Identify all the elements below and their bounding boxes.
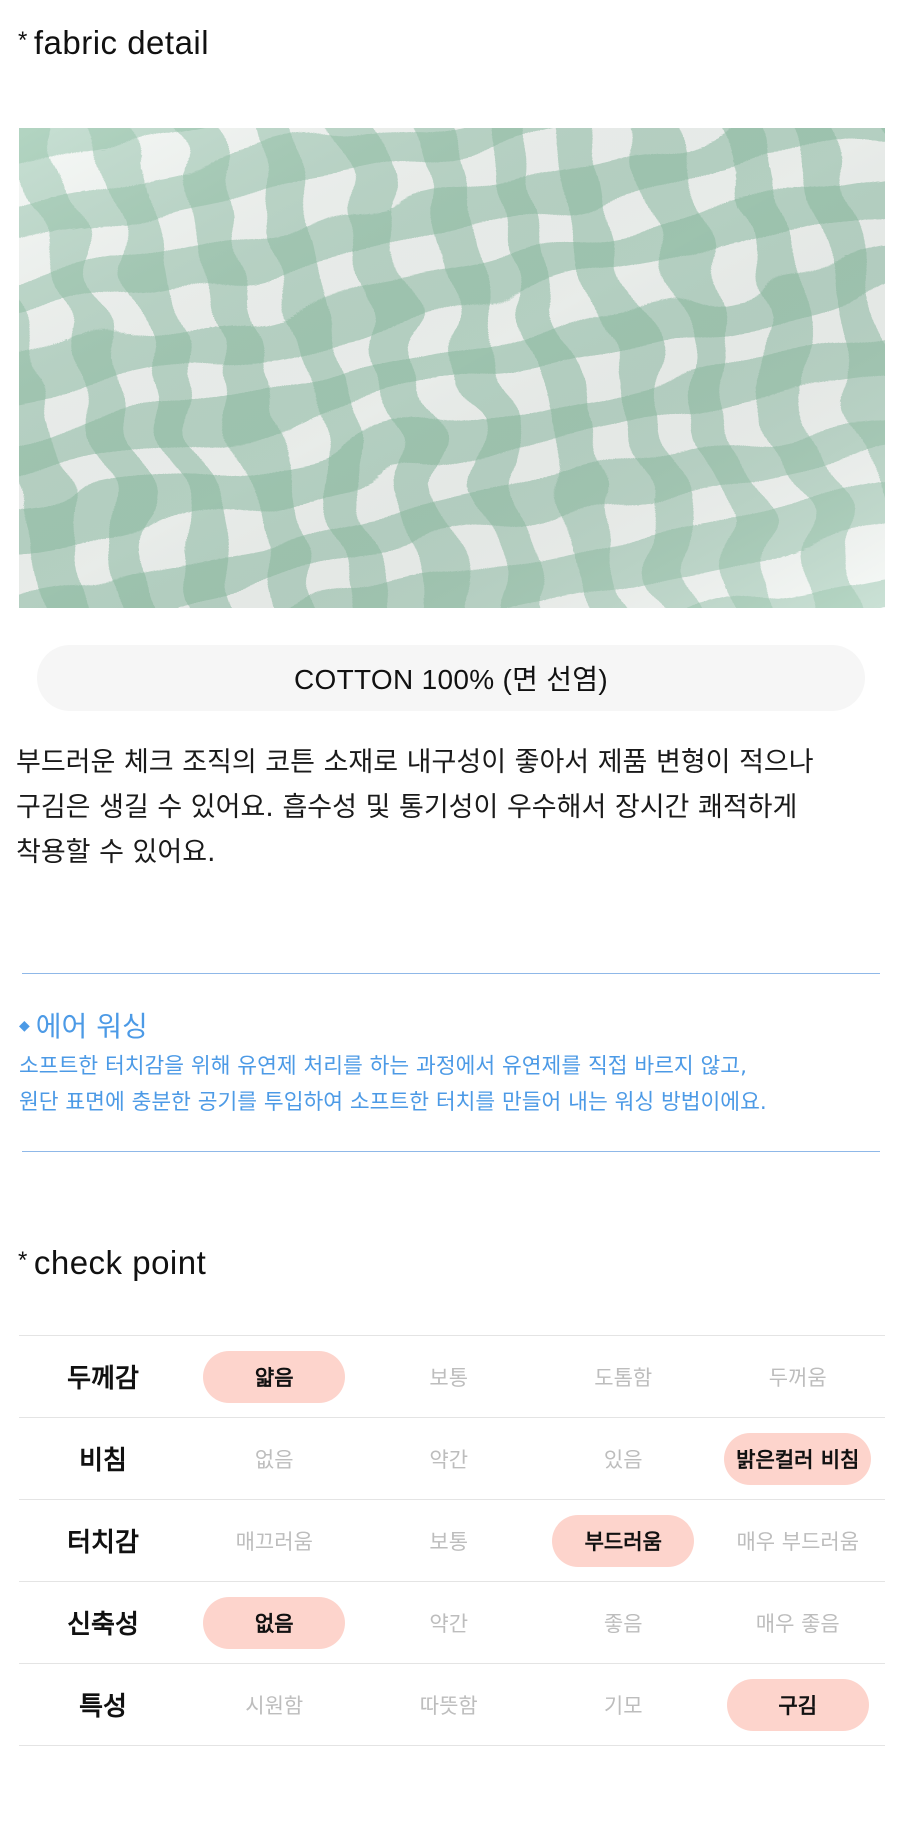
description-line: 구김은 생길 수 있어요. 흡수성 및 통기성이 우수해서 장시간 쾌적하게 xyxy=(16,792,798,823)
fabric-image xyxy=(19,128,885,608)
check-option: 보통 xyxy=(362,1351,537,1403)
option-pill: 매우 부드러움 xyxy=(736,1529,860,1554)
option-pill: 있음 xyxy=(603,1447,643,1472)
option-pill-selected: 구김 xyxy=(726,1678,869,1731)
fabric-description: 부드러운 체크 조직의 코튼 소재로 내구성이 좋아서 제품 변형이 적으나 구… xyxy=(16,740,886,875)
check-option: 좋음 xyxy=(536,1597,711,1649)
option-pill: 따뜻함 xyxy=(419,1693,478,1718)
diamond-bullet-icon: ◆ xyxy=(19,1018,30,1034)
option-pill-selected: 없음 xyxy=(203,1596,346,1649)
check-option: 따뜻함 xyxy=(362,1679,537,1731)
option-pill: 시원함 xyxy=(245,1693,304,1718)
fabric-detail-heading: * fabric detail xyxy=(18,24,209,62)
check-row-touch: 터치감 매끄러움 보통 부드러움 매우 부드러움 xyxy=(19,1500,885,1582)
description-line: 착용할 수 있어요. xyxy=(16,837,216,868)
option-pill: 기모 xyxy=(603,1693,643,1718)
option-pill-selected: 얇음 xyxy=(203,1350,346,1403)
gingham-fabric-illustration xyxy=(19,128,885,608)
divider-top xyxy=(22,973,880,974)
air-washing-title: 에어 워싱 xyxy=(35,1010,148,1043)
asterisk-icon: * xyxy=(18,1247,28,1274)
check-option: 시원함 xyxy=(187,1679,362,1731)
row-label: 두께감 xyxy=(67,1364,139,1394)
row-label: 특성 xyxy=(79,1692,127,1722)
check-option: 매우 좋음 xyxy=(711,1597,886,1649)
option-pill: 두꺼움 xyxy=(768,1365,827,1390)
option-pill: 보통 xyxy=(429,1365,469,1390)
option-pill-selected: 부드러움 xyxy=(552,1514,695,1567)
fabric-composition-badge: COTTON 100% (면 선염) xyxy=(37,645,865,711)
check-option: 기모 xyxy=(536,1679,711,1731)
check-option: 도톰함 xyxy=(536,1351,711,1403)
option-pill: 보통 xyxy=(429,1529,469,1554)
check-option: 없음 xyxy=(187,1433,362,1485)
option-pill: 도톰함 xyxy=(594,1365,653,1390)
check-option: 얇음 xyxy=(187,1350,362,1403)
option-pill: 매끄러움 xyxy=(235,1529,313,1554)
description-line: 부드러운 체크 조직의 코튼 소재로 내구성이 좋아서 제품 변형이 적으나 xyxy=(16,747,814,778)
check-option: 약간 xyxy=(362,1597,537,1649)
check-option: 매우 부드러움 xyxy=(711,1515,886,1567)
option-pill-selected: 밝은컬러 비침 xyxy=(724,1432,872,1485)
option-pill: 약간 xyxy=(429,1447,469,1472)
air-washing-line: 원단 표면에 충분한 공기를 투입하여 소프트한 터치를 만들어 내는 워싱 방… xyxy=(19,1090,767,1115)
option-pill: 약간 xyxy=(429,1611,469,1636)
check-point-table: 두께감 얇음 보통 도톰함 두꺼움 비침 없음 약간 있음 밝은컬러 비침 터치… xyxy=(19,1335,885,1746)
check-option: 부드러움 xyxy=(536,1514,711,1567)
check-option: 구김 xyxy=(711,1678,886,1731)
check-option: 보통 xyxy=(362,1515,537,1567)
check-option: 있음 xyxy=(536,1433,711,1485)
option-pill: 매우 좋음 xyxy=(755,1611,840,1636)
check-option: 두꺼움 xyxy=(711,1351,886,1403)
check-row-sheerness: 비침 없음 약간 있음 밝은컬러 비침 xyxy=(19,1418,885,1500)
row-label: 터치감 xyxy=(67,1528,139,1558)
check-option: 없음 xyxy=(187,1596,362,1649)
divider-bottom xyxy=(22,1151,880,1152)
air-washing-heading: ◆ 에어 워싱 xyxy=(19,1006,879,1047)
product-detail-page: * fabric detail COTTON 100% (면 선염) 부드러운 … xyxy=(0,0,900,1840)
row-label: 신축성 xyxy=(67,1610,139,1640)
air-washing-note: ◆ 에어 워싱 소프트한 터치감을 위해 유연제 처리를 하는 과정에서 유연제를… xyxy=(19,1006,879,1121)
asterisk-icon: * xyxy=(18,27,28,54)
fabric-composition-text: COTTON 100% (면 선염) xyxy=(294,664,608,695)
air-washing-line: 소프트한 터치감을 위해 유연제 처리를 하는 과정에서 유연제를 직접 바르지… xyxy=(19,1054,747,1079)
row-label: 비침 xyxy=(79,1446,127,1476)
option-pill: 없음 xyxy=(254,1447,294,1472)
fabric-detail-title: fabric detail xyxy=(33,24,210,61)
check-point-heading: * check point xyxy=(18,1244,206,1282)
check-option: 약간 xyxy=(362,1433,537,1485)
option-pill: 좋음 xyxy=(603,1611,643,1636)
check-option: 밝은컬러 비침 xyxy=(711,1432,886,1485)
air-washing-text: 소프트한 터치감을 위해 유연제 처리를 하는 과정에서 유연제를 직접 바르지… xyxy=(19,1049,879,1121)
check-row-characteristics: 특성 시원함 따뜻함 기모 구김 xyxy=(19,1664,885,1746)
check-point-title: check point xyxy=(33,1244,207,1281)
check-row-thickness: 두께감 얇음 보통 도톰함 두꺼움 xyxy=(19,1336,885,1418)
check-option: 매끄러움 xyxy=(187,1515,362,1567)
check-row-stretch: 신축성 없음 약간 좋음 매우 좋음 xyxy=(19,1582,885,1664)
